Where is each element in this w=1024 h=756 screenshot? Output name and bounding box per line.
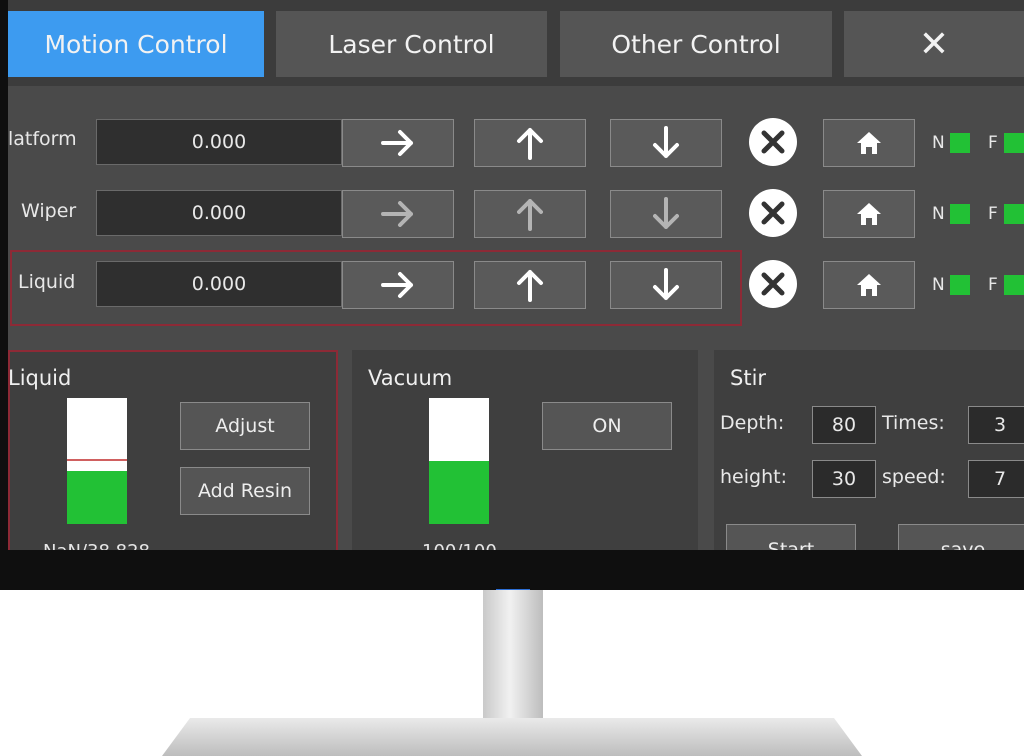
vacuum-on-button[interactable]: ON (542, 402, 672, 450)
arrow-up-icon (517, 128, 543, 160)
liquid-home-button[interactable] (823, 261, 915, 309)
tab-laser-control[interactable]: Laser Control (276, 11, 547, 77)
home-icon (857, 132, 881, 154)
liquid-f-indicator (1004, 275, 1024, 295)
stir-save-button[interactable]: save (898, 524, 1024, 550)
liquid-level-fill (67, 471, 127, 524)
wiper-down-button[interactable] (610, 190, 722, 238)
stir-speed-input[interactable]: 7 (968, 460, 1024, 498)
liquid-n-label: N (932, 275, 945, 295)
arrow-right-icon (381, 201, 413, 227)
stir-panel: Stir Depth: 80 Times: 3 height: 30 speed… (714, 350, 1024, 550)
arrow-right-icon (381, 130, 413, 156)
app-screen: Motion Control Laser Control Other Contr… (8, 0, 1024, 550)
liquid-level-reading: NaN/38.828 (43, 541, 150, 550)
wiper-home-button[interactable] (823, 190, 915, 238)
wiper-go-button[interactable] (342, 190, 454, 238)
wiper-stop-button[interactable] (749, 189, 797, 237)
home-icon (857, 274, 881, 296)
platform-f-label: F (988, 133, 998, 153)
liquid-down-button[interactable] (610, 261, 722, 309)
stir-height-label: height: (720, 466, 787, 488)
close-icon: ✕ (918, 23, 950, 65)
stop-x-icon (761, 201, 785, 225)
arrow-down-icon (653, 126, 679, 158)
tab-motion-control[interactable]: Motion Control (8, 11, 264, 77)
stir-times-label: Times: (882, 412, 945, 434)
wiper-f-label: F (988, 204, 998, 224)
home-icon (857, 203, 881, 225)
close-button[interactable]: ✕ (844, 11, 1024, 77)
platform-position-field[interactable]: 0.000 (96, 119, 342, 165)
liquid-n-indicator (950, 275, 970, 295)
wiper-f-indicator (1004, 204, 1024, 224)
wiper-label: Wiper (21, 200, 77, 222)
liquid-label: Liquid (18, 271, 76, 293)
add-resin-button[interactable]: Add Resin (180, 467, 310, 515)
vacuum-level-gauge (429, 398, 489, 524)
liquid-level-gauge (67, 398, 127, 524)
arrow-down-icon (653, 268, 679, 300)
liquid-up-button[interactable] (474, 261, 586, 309)
monitor-bezel: Motion Control Laser Control Other Contr… (0, 0, 1024, 590)
monitor-stand-neck (483, 590, 543, 720)
liquid-go-button[interactable] (342, 261, 454, 309)
liquid-panel-title: Liquid (8, 366, 72, 390)
wiper-n-label: N (932, 204, 945, 224)
platform-stop-button[interactable] (749, 118, 797, 166)
wiper-n-indicator (950, 204, 970, 224)
tab-bar: Motion Control Laser Control Other Contr… (8, 0, 1024, 86)
liquid-position-field[interactable]: 0.000 (96, 261, 342, 307)
arrow-right-icon (381, 272, 413, 298)
stir-times-input[interactable]: 3 (968, 406, 1024, 444)
stir-start-button[interactable]: Start (726, 524, 856, 550)
stop-x-icon (761, 130, 785, 154)
platform-home-button[interactable] (823, 119, 915, 167)
platform-f-indicator (1004, 133, 1024, 153)
wiper-position-field[interactable]: 0.000 (96, 190, 342, 236)
liquid-panel: Liquid Adjust Add Resin NaN/38.828 (8, 350, 338, 550)
platform-go-button[interactable] (342, 119, 454, 167)
vacuum-level-fill (429, 461, 489, 524)
platform-up-button[interactable] (474, 119, 586, 167)
vacuum-panel: Vacuum ON 100/100 (352, 350, 698, 550)
stir-depth-input[interactable]: 80 (812, 406, 876, 444)
arrow-down-icon (653, 197, 679, 229)
platform-label: latform (8, 128, 77, 150)
vacuum-panel-title: Vacuum (368, 366, 453, 390)
wiper-up-button[interactable] (474, 190, 586, 238)
monitor-stand-base (162, 718, 862, 756)
liquid-f-label: F (988, 275, 998, 295)
tab-other-control[interactable]: Other Control (560, 11, 832, 77)
adjust-button[interactable]: Adjust (180, 402, 310, 450)
stir-height-input[interactable]: 30 (812, 460, 876, 498)
arrow-up-icon (517, 199, 543, 231)
stir-depth-label: Depth: (720, 412, 785, 434)
platform-n-indicator (950, 133, 970, 153)
stop-x-icon (761, 272, 785, 296)
platform-down-button[interactable] (610, 119, 722, 167)
liquid-level-mark (67, 459, 127, 461)
platform-n-label: N (932, 133, 945, 153)
vacuum-level-reading: 100/100 (422, 541, 497, 550)
stir-panel-title: Stir (730, 366, 767, 390)
arrow-up-icon (517, 270, 543, 302)
liquid-stop-button[interactable] (749, 260, 797, 308)
stir-speed-label: speed: (882, 466, 946, 488)
